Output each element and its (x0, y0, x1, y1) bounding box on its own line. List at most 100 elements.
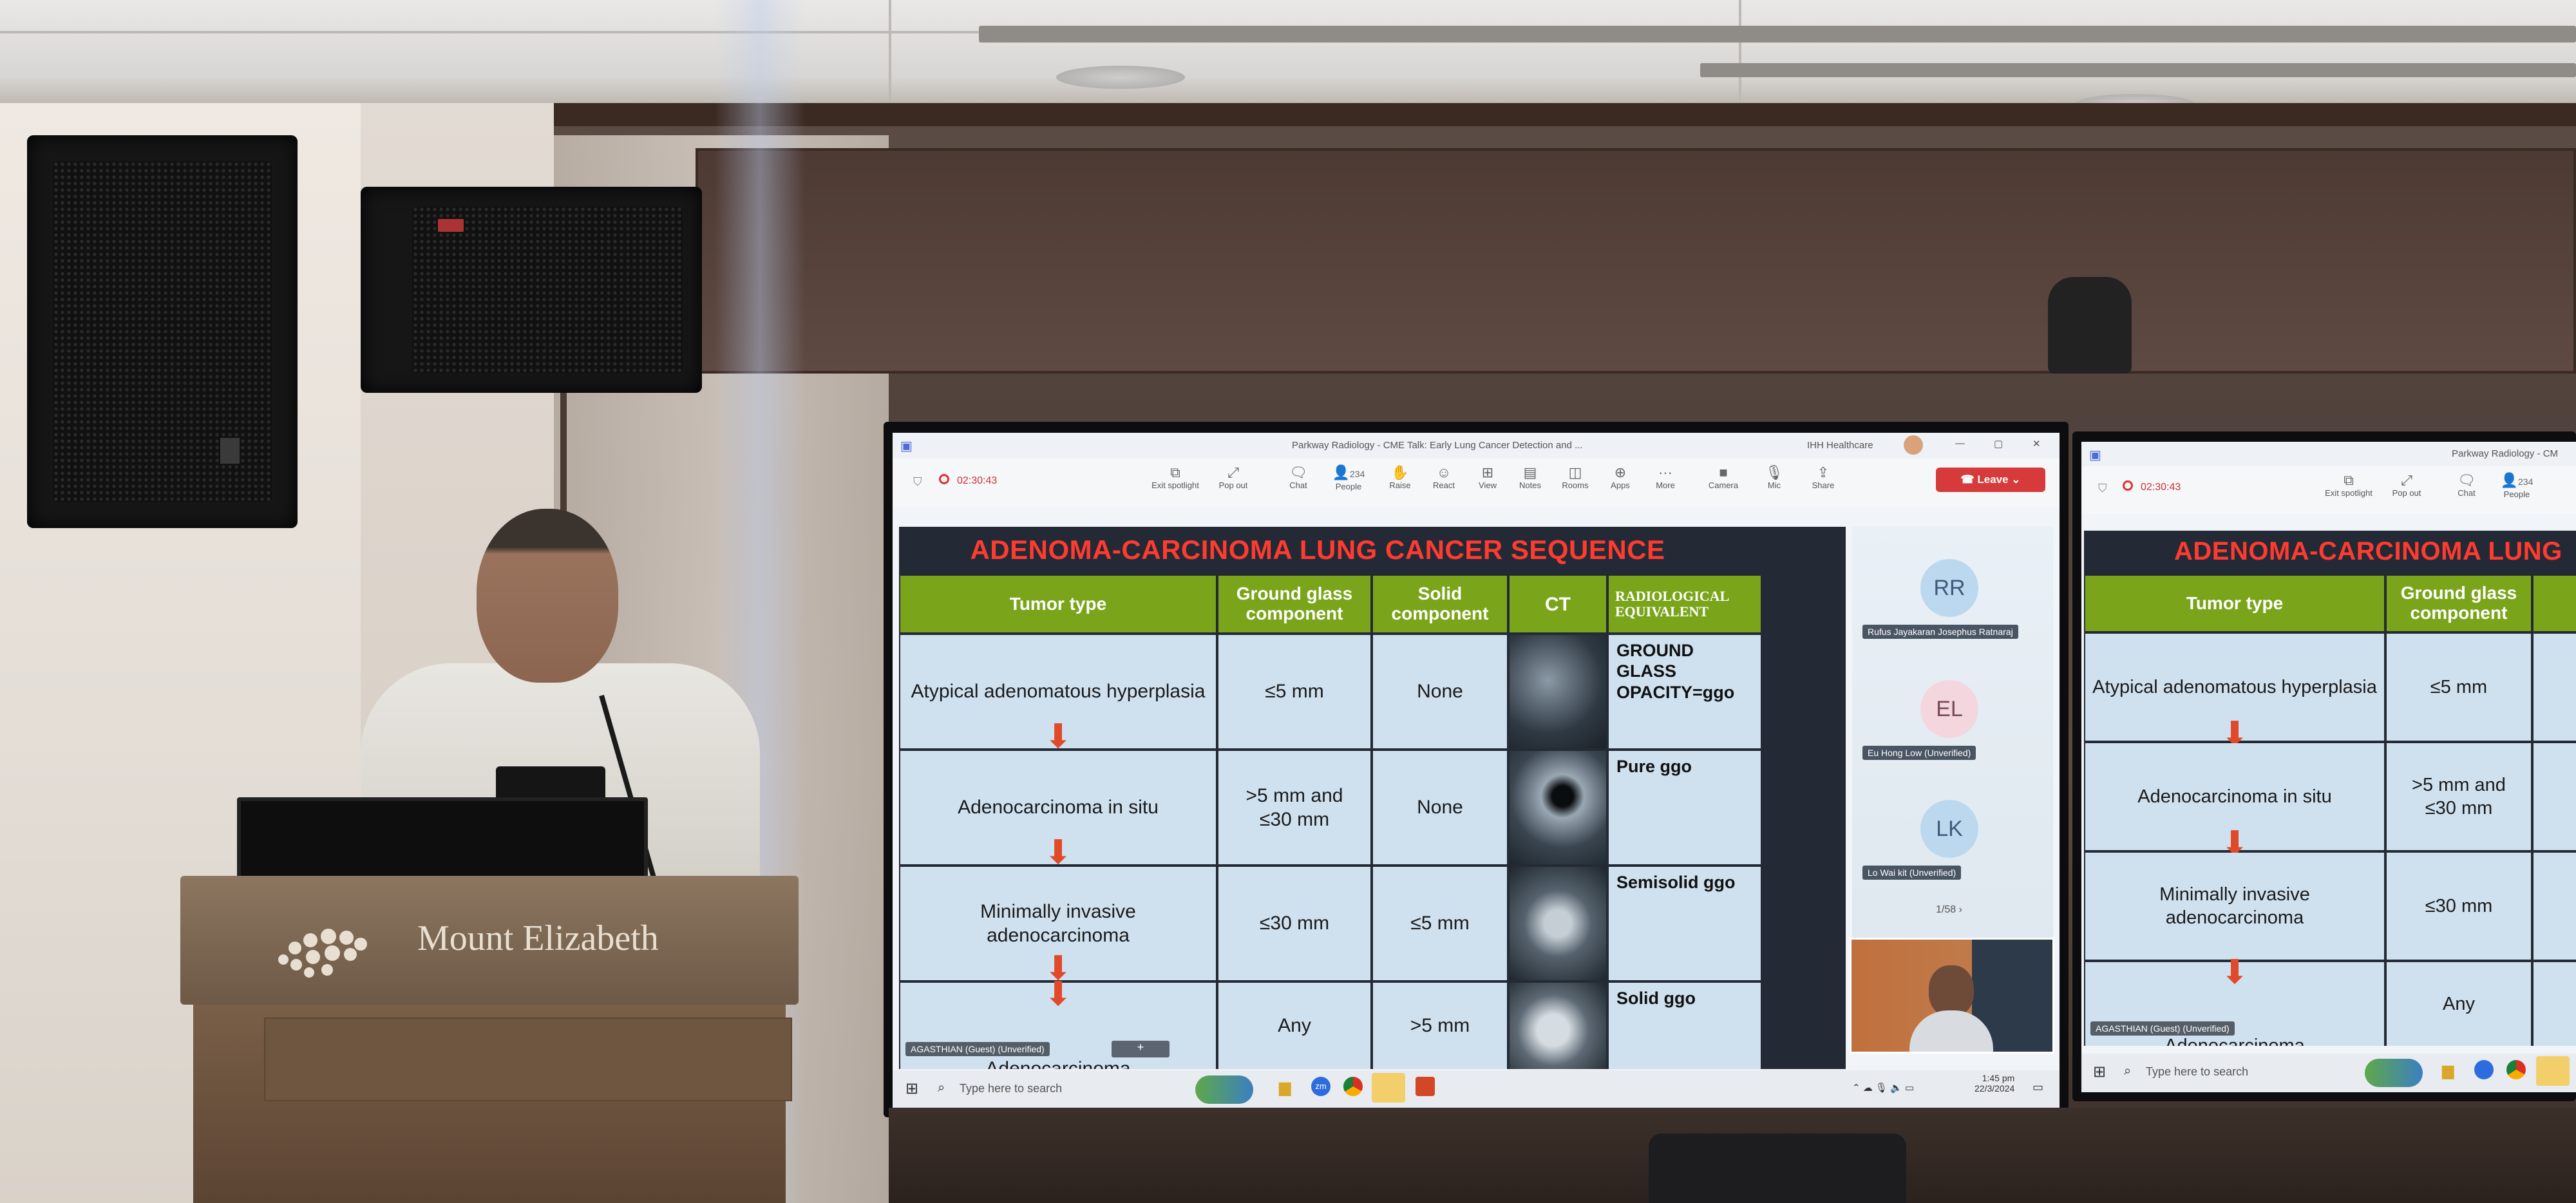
teams-window: ▣ Parkway Radiology - CME Talk: Early Lu… (893, 433, 2060, 1108)
shield-icon: ⛉ (913, 475, 922, 488)
pop-out-icon: ⤢ (1227, 464, 1239, 480)
rooms-button[interactable]: ◫ Rooms (1556, 464, 1595, 491)
presenter-name-tag: AGASTHIAN (Guest) (Unverified) (2090, 1021, 2235, 1036)
pop-out-button[interactable]: ⤢ Pop out (1211, 464, 1256, 491)
mic-button[interactable]: 🎙 Mic (1752, 465, 1797, 491)
people-button[interactable]: 👤234 People (1323, 465, 1374, 492)
arrow-down-icon: ⬇ (1044, 976, 1072, 1013)
wall-speaker (361, 187, 702, 393)
windows-start-icon[interactable]: ⊞ (905, 1079, 918, 1098)
powerpoint-icon[interactable] (1416, 1077, 1435, 1096)
close-icon[interactable]: ✕ (2032, 438, 2041, 450)
table-cell-ground-glass: >5 mm and ≤30 mm (2387, 743, 2531, 850)
participant-avatar[interactable]: RR (1920, 559, 1978, 617)
system-tray-icons[interactable]: ⌃ ☁ 🎙 🔈 ▭ (1852, 1082, 1914, 1094)
shared-slide: ADENOMA-CARCINOMA LUNG CANCER SEQUENCE T… (899, 527, 1846, 1069)
table-cell-ground-glass: >5 mm and ≤30 mm (1218, 751, 1370, 864)
window-titlebar: ▣ Parkway Radiology - CME Talk: Early Lu… (893, 433, 2060, 459)
windows-taskbar: ⊞ ⌕ Type here to search ▆ zm ⌃ ☁ 🎙 🔈 ▭ 1… (893, 1070, 2060, 1108)
chevron-right-icon[interactable]: › (1959, 904, 1962, 915)
more-icon: ··· (1658, 464, 1672, 480)
notes-button[interactable]: ▤ Notes (1511, 464, 1549, 491)
view-button[interactable]: ⊞ View (1468, 465, 1507, 491)
teams-icon: ▣ (2089, 448, 2101, 462)
notes-icon: ▤ (1523, 464, 1537, 480)
windows-start-icon[interactable]: ⊞ (2093, 1063, 2106, 1081)
ct-image (1510, 983, 1606, 1069)
header-tumor-type: Tumor type (900, 576, 1216, 632)
ceiling-seam (1739, 0, 1741, 103)
chat-icon: 🗨 (2458, 472, 2476, 488)
teams-taskbar-icon[interactable] (1372, 1073, 1405, 1103)
taskbar-search[interactable]: Type here to search (960, 1082, 1062, 1095)
spotlight-icon: ⧉ (1170, 464, 1180, 480)
table-cell-solid: ≤5 mm (1373, 867, 1507, 980)
camera-button[interactable]: ■ Camera (1698, 464, 1749, 491)
table-cell-solid: >5 mm (1373, 983, 1507, 1069)
ct-image (1510, 635, 1606, 748)
table-cell-solid (2533, 634, 2576, 741)
share-button[interactable]: ⇪ Share (1801, 464, 1846, 491)
participant-name: Rufus Jayakaran Josephus Ratnaraj (1862, 625, 2018, 639)
notifications-icon[interactable]: ▭ (2032, 1081, 2043, 1094)
camera-icon: ■ (1719, 464, 1728, 480)
chrome-icon[interactable] (1343, 1077, 1363, 1096)
react-button[interactable]: ☺ React (1425, 465, 1463, 491)
zoom-icon[interactable]: zm (1311, 1077, 1331, 1096)
taskbar-clock[interactable]: 1:45 pm 22/3/2024 (1975, 1073, 2014, 1094)
taskbar-search[interactable]: Type here to search (2146, 1065, 2248, 1079)
mount-elizabeth-logo (278, 929, 367, 978)
rooms-icon: ◫ (1568, 464, 1582, 480)
participants-pane: RR Rufus Jayakaran Josephus Ratnaraj EL … (1852, 527, 2053, 957)
leave-button[interactable]: ☎ Leave ⌄ (1936, 468, 2045, 492)
meeting-toolbar: ⛉ 02:30:43 ⧉ Exit spotlight ⤢ Pop out 🗨 Cha… (893, 459, 2060, 507)
table-cell-solid: None (1373, 751, 1507, 864)
window-title: Parkway Radiology - CME Talk: Early Lung… (1292, 440, 1583, 451)
folder-icon[interactable]: ▆ (1279, 1078, 1291, 1097)
teams-window-secondary: ▣ Parkway Radiology - CM ⛉ 02:30:43 ⧉ Exi… (2081, 442, 2576, 1092)
header-solid: Solid component (1373, 576, 1507, 632)
table-cell-solid (2533, 853, 2576, 960)
maximize-icon[interactable]: ▢ (1994, 438, 2003, 450)
exit-spotlight-button[interactable]: ⧉ Exit spotlight (1146, 464, 1204, 491)
pop-out-button[interactable]: ⤢ Pop out (2384, 473, 2429, 498)
presenter-name-tag: AGASTHIAN (Guest) (Unverified) (905, 1042, 1050, 1056)
raise-hand-button[interactable]: ✋ Raise (1381, 465, 1419, 491)
people-button[interactable]: 👤234 People (2491, 472, 2543, 500)
add-icon[interactable]: + (1112, 1041, 1170, 1057)
chat-button[interactable]: 🗨 Chat (2447, 473, 2486, 498)
folder-icon[interactable]: ▆ (2442, 1061, 2454, 1080)
table-cell-ground-glass: ≤5 mm (2387, 634, 2531, 741)
ceiling-vent (979, 26, 2576, 43)
self-video-tile[interactable] (1850, 938, 2054, 1054)
header-ground-glass: Ground glass component (1218, 576, 1370, 632)
more-button[interactable]: ··· More (1646, 464, 1685, 491)
window-titlebar: ▣ Parkway Radiology - CM (2081, 442, 2576, 466)
avatar[interactable] (1904, 435, 1923, 455)
participant-avatar[interactable]: EL (1920, 680, 1978, 738)
org-name: IHH Healthcare (1807, 440, 1873, 451)
share-icon: ⇪ (1817, 464, 1830, 480)
participant-avatar[interactable]: LK (1920, 800, 1978, 858)
teams-taskbar-icon[interactable] (2536, 1056, 2570, 1086)
phone-icon: ☎ (1960, 473, 1978, 486)
search-icon[interactable]: ⌕ (938, 1081, 945, 1095)
teams-icon: ▣ (900, 439, 913, 453)
zoom-icon[interactable] (2474, 1060, 2494, 1079)
arrow-down-icon: ⬇ (1044, 718, 1072, 755)
table-cell-radiological: Semisolid ggo (1609, 867, 1761, 980)
search-icon[interactable]: ⌕ (2124, 1064, 2131, 1079)
people-icon: 👤234 (2500, 472, 2533, 488)
weather-icon[interactable] (1195, 1075, 1253, 1104)
weather-icon[interactable] (2365, 1059, 2423, 1087)
header-tumor-type: Tumor type (2085, 576, 2384, 631)
participant-name: Eu Hong Low (Unverified) (1862, 746, 1976, 760)
chrome-icon[interactable] (2506, 1060, 2526, 1079)
chat-button[interactable]: 🗨 Chat (1279, 465, 1318, 491)
exit-spotlight-button[interactable]: ⧉ Exit spotlight (2320, 473, 2378, 498)
minimize-icon[interactable]: — (1955, 438, 1965, 449)
speaker-logo (438, 219, 464, 232)
ceiling-seam (889, 0, 891, 103)
meeting-toolbar: ⛉ 02:30:43 ⧉ Exit spotlight ⤢ Pop out 🗨 Cha… (2081, 466, 2576, 514)
apps-button[interactable]: ⊕ Apps (1601, 465, 1640, 491)
